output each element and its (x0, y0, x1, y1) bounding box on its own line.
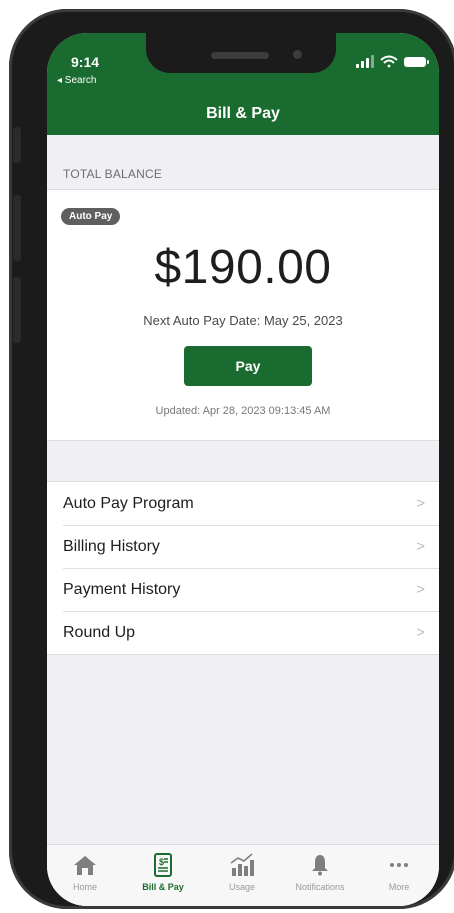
updated-timestamp: Updated: Apr 28, 2023 09:13:45 AM (155, 405, 331, 417)
tab-more[interactable]: More (360, 853, 438, 892)
speaker (211, 52, 269, 59)
screen: 9:14 ◂ Search Bill & Pay TOTAL BALANCE A… (47, 33, 439, 906)
bell-icon (312, 855, 328, 876)
next-auto-pay-date: Next Auto Pay Date: May 25, 2023 (143, 313, 343, 328)
menu-item-payment-history[interactable]: Payment History > (47, 568, 439, 611)
chevron-right-icon: > (416, 495, 425, 512)
usage-chart-icon (230, 853, 254, 876)
tab-usage[interactable]: Usage (203, 853, 281, 892)
menu-item-label: Auto Pay Program (63, 495, 194, 512)
tab-label: More (388, 882, 410, 892)
volume-down-button (13, 277, 21, 343)
balance-card: Auto Pay $190.00 Next Auto Pay Date: May… (47, 189, 439, 441)
menu-item-round-up[interactable]: Round Up > (47, 611, 439, 654)
menu-item-label: Round Up (63, 624, 136, 641)
volume-up-button (13, 195, 21, 261)
bill-menu-list: Auto Pay Program > Billing History > Pay… (47, 481, 439, 655)
status-time: 9:14 (71, 54, 100, 70)
tab-label: Notifications (295, 882, 345, 892)
menu-item-billing-history[interactable]: Billing History > (47, 525, 439, 568)
balance-amount: $190.00 (154, 241, 332, 294)
battery-icon (404, 57, 429, 67)
chevron-right-icon: > (416, 624, 425, 641)
auto-pay-badge: Auto Pay (61, 208, 121, 225)
tab-bill-and-pay[interactable]: $ Bill & Pay (124, 853, 202, 892)
more-icon (390, 863, 408, 867)
menu-item-auto-pay-program[interactable]: Auto Pay Program > (47, 482, 439, 525)
svg-text:$: $ (159, 857, 164, 867)
chevron-right-icon: > (416, 538, 425, 555)
pay-button[interactable]: Pay (184, 346, 312, 386)
total-balance-label: TOTAL BALANCE (63, 167, 163, 181)
menu-item-label: Billing History (63, 538, 160, 555)
tab-home[interactable]: Home (47, 853, 124, 892)
tab-bar: Home $ Bill & Pay Usage Notifications Mo… (47, 844, 439, 906)
home-icon (74, 856, 96, 875)
status-icons (354, 55, 439, 69)
tab-label: Bill & Pay (142, 882, 184, 892)
tab-label: Usage (228, 882, 255, 892)
back-to-search-link[interactable]: ◂ Search (57, 75, 96, 86)
chevron-right-icon: > (416, 581, 425, 598)
wifi-icon (380, 55, 398, 68)
notch (146, 33, 336, 73)
tab-label: Home (72, 882, 97, 892)
bill-icon: $ (154, 853, 172, 877)
mute-switch (13, 127, 21, 163)
camera (293, 50, 302, 59)
menu-item-label: Payment History (63, 581, 181, 598)
signal-icon (356, 55, 374, 68)
phone-frame: 9:14 ◂ Search Bill & Pay TOTAL BALANCE A… (9, 9, 454, 909)
tab-notifications[interactable]: Notifications (281, 853, 359, 892)
page-title: Bill & Pay (206, 105, 280, 122)
